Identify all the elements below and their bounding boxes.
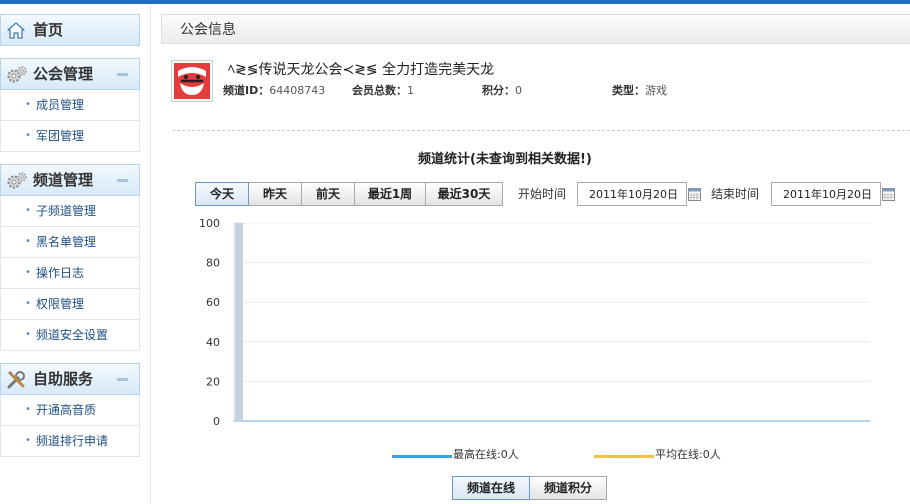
sidebar-item-label: 权限管理 (36, 297, 85, 311)
sidebar-item-label: 黑名单管理 (36, 235, 97, 249)
calendar-icon[interactable] (688, 188, 701, 201)
legend-label-max: 最高在线:0人 (453, 448, 519, 461)
sidebar: 首页 公会管理 • 成员管理 • 军团管理 频道管理 • 子频道管理 • 黑名单管理 •… (0, 14, 140, 457)
y-tick-label: 20 (206, 375, 220, 388)
panel-title: 公会信息 (180, 22, 236, 38)
y-tick-label: 40 (206, 336, 220, 349)
calendar-icon[interactable] (882, 188, 895, 201)
end-date-input[interactable] (771, 182, 881, 206)
sidebar-item-operation-log[interactable]: • 操作日志 (0, 258, 140, 289)
nav-home[interactable]: 首页 (0, 14, 140, 46)
guild-logo-icon (174, 63, 210, 99)
guild-name: ﾍ≷≶传说天龙公会≺≷≶ 全力打造完美天龙 (228, 62, 495, 78)
bullet-icon: • (25, 329, 31, 340)
members-label: 会员总数： (352, 84, 407, 97)
tab-last-week[interactable]: 最近1周 (354, 182, 426, 206)
y-tick-label: 0 (213, 415, 220, 428)
type-value: 游戏 (645, 84, 667, 97)
type-info: 类型：游戏 (612, 82, 667, 98)
sidebar-divider (150, 4, 151, 504)
channel-id-info: 频道ID：64408743 (223, 82, 325, 98)
nav-section-title: 频道管理 (33, 171, 94, 189)
tab-last-30-days[interactable]: 最近30天 (425, 182, 503, 206)
nav-section-title: 自助服务 (33, 370, 94, 388)
period-tabs: 今天 昨天 前天 最近1周 最近30天 (195, 182, 503, 206)
home-icon (7, 22, 25, 39)
collapse-icon[interactable] (117, 73, 128, 76)
metric-tabs: 频道在线 频道积分 (452, 476, 607, 500)
nav-section-self-service[interactable]: 自助服务 (0, 363, 140, 395)
channel-id-value: 64408743 (269, 84, 326, 97)
collapse-icon[interactable] (117, 378, 128, 381)
sidebar-item-hq-audio[interactable]: • 开通高音质 (0, 395, 140, 426)
online-stats-chart: 0 20 40 60 80 100 (199, 217, 870, 428)
points-value: 0 (515, 84, 522, 97)
bullet-icon: • (25, 404, 31, 415)
tab-today[interactable]: 今天 (195, 182, 249, 206)
tab-channel-points[interactable]: 频道积分 (529, 476, 607, 500)
panel-header: 公会信息 (161, 14, 910, 44)
members-info: 会员总数：1 (352, 82, 414, 98)
points-info: 积分：0 (482, 82, 522, 98)
nav-section-channel-management[interactable]: 频道管理 (0, 164, 140, 196)
sidebar-item-subchannel-management[interactable]: • 子频道管理 (0, 196, 140, 227)
guild-avatar (171, 60, 213, 102)
type-label: 类型： (612, 84, 645, 97)
nav-section-title: 公会管理 (33, 65, 94, 83)
sidebar-item-permission-management[interactable]: • 权限管理 (0, 289, 140, 320)
bullet-icon: • (25, 236, 31, 247)
collapse-icon[interactable] (117, 179, 128, 182)
sidebar-item-channel-ranking[interactable]: • 频道排行申请 (0, 426, 140, 457)
sidebar-item-label: 子频道管理 (36, 204, 97, 218)
sidebar-item-blacklist-management[interactable]: • 黑名单管理 (0, 227, 140, 258)
legend-swatch-max (392, 455, 452, 458)
nav-home-label: 首页 (33, 21, 64, 39)
sidebar-item-label: 成员管理 (36, 98, 85, 112)
end-date-label: 结束时间 (711, 187, 760, 201)
sidebar-item-label: 开通高音质 (36, 403, 97, 417)
points-label: 积分： (482, 84, 515, 97)
sidebar-item-channel-security[interactable]: • 频道安全设置 (0, 320, 140, 351)
y-tick-label: 60 (206, 296, 220, 309)
y-tick-label: 100 (199, 217, 220, 230)
legend-label-avg: 平均在线:0人 (655, 448, 721, 461)
bar (235, 223, 243, 421)
start-date-input[interactable] (577, 182, 687, 206)
bullet-icon: • (25, 435, 31, 446)
sidebar-item-label: 操作日志 (36, 266, 85, 280)
bullet-icon: • (25, 267, 31, 278)
bullet-icon: • (25, 99, 31, 110)
nav-section-guild-management[interactable]: 公会管理 (0, 58, 140, 90)
gear-icon (7, 66, 27, 83)
gear-icon (7, 172, 27, 189)
sidebar-item-member-management[interactable]: • 成员管理 (0, 90, 140, 121)
sidebar-item-label: 频道排行申请 (36, 434, 109, 448)
tab-yesterday[interactable]: 昨天 (248, 182, 302, 206)
top-accent-bar (0, 0, 910, 4)
stats-title: 频道统计(未查询到相关数据!) (418, 152, 592, 167)
tools-icon (7, 371, 25, 389)
members-value: 1 (407, 84, 414, 97)
bullet-icon: • (25, 130, 31, 141)
y-tick-label: 80 (206, 257, 220, 270)
legend-swatch-avg (594, 455, 654, 458)
start-date-label: 开始时间 (518, 187, 567, 201)
sidebar-item-label: 频道安全设置 (36, 328, 109, 342)
sidebar-item-legion-management[interactable]: • 军团管理 (0, 121, 140, 152)
bullet-icon: • (25, 298, 31, 309)
dashed-separator (172, 130, 910, 131)
sidebar-item-label: 军团管理 (36, 129, 85, 143)
channel-id-label: 频道ID： (223, 84, 270, 97)
tab-channel-online[interactable]: 频道在线 (452, 476, 530, 500)
tab-day-before[interactable]: 前天 (301, 182, 355, 206)
bullet-icon: • (25, 205, 31, 216)
